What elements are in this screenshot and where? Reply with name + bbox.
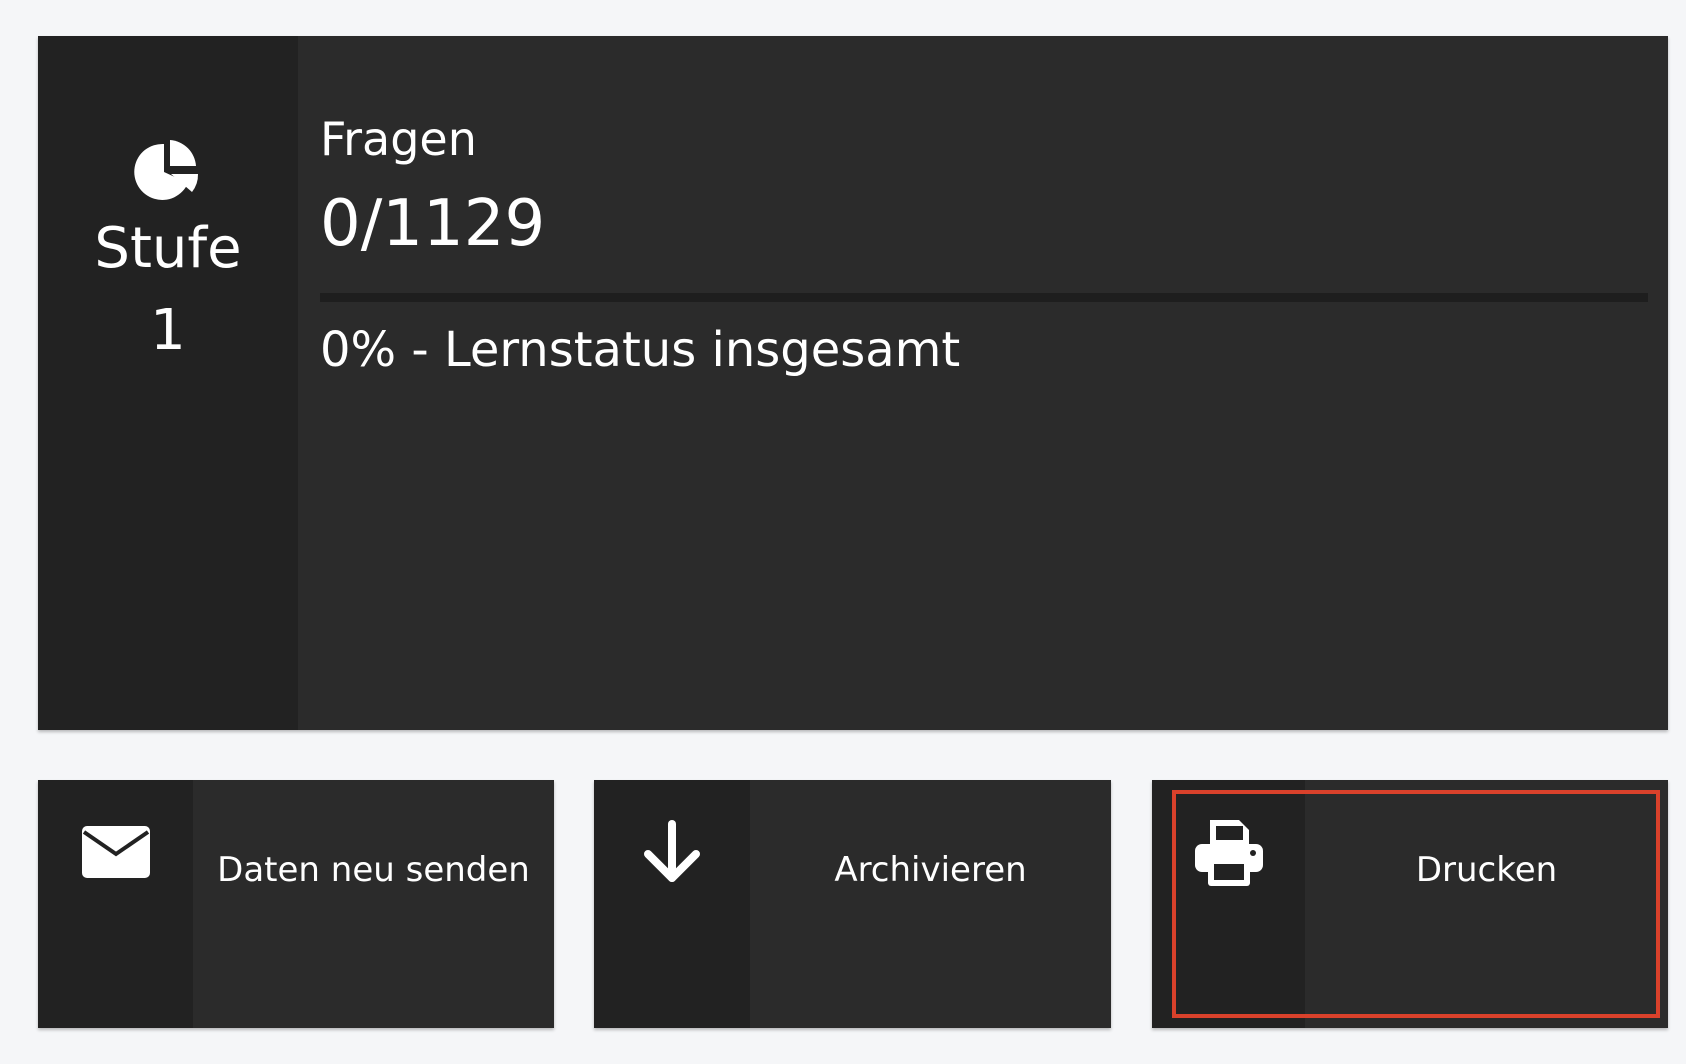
page: Stufe 1 Fragen 0/1129 0% - Lernstatus in… — [0, 0, 1686, 1064]
pie-chart-icon — [132, 136, 204, 208]
questions-label: Fragen — [320, 112, 477, 166]
print-label: Drucken — [1415, 850, 1558, 890]
questions-panel: Fragen 0/1129 0% - Lernstatus insgesamt — [298, 36, 1668, 730]
archive-icon-column — [594, 780, 750, 1028]
overall-status-text: 0% - Lernstatus insgesamt — [320, 321, 961, 378]
progress-bar — [320, 292, 1648, 302]
printer-icon — [1193, 816, 1265, 892]
resend-label: Daten neu senden — [217, 850, 530, 890]
archive-label: Archivieren — [834, 850, 1027, 890]
arrow-down-icon — [640, 820, 704, 890]
print-icon-column — [1152, 780, 1305, 1028]
level-value: 1 — [150, 297, 186, 363]
questions-count: 0/1129 — [320, 186, 546, 261]
learning-status-card: Stufe 1 Fragen 0/1129 0% - Lernstatus in… — [38, 36, 1668, 730]
resend-icon-column — [38, 780, 193, 1028]
resend-data-button[interactable]: Daten neu senden — [38, 780, 554, 1028]
level-panel: Stufe 1 — [38, 36, 298, 730]
envelope-icon — [80, 824, 152, 884]
print-button[interactable]: Drucken — [1152, 780, 1668, 1028]
archive-button[interactable]: Archivieren — [594, 780, 1111, 1028]
level-label: Stufe — [94, 216, 242, 281]
